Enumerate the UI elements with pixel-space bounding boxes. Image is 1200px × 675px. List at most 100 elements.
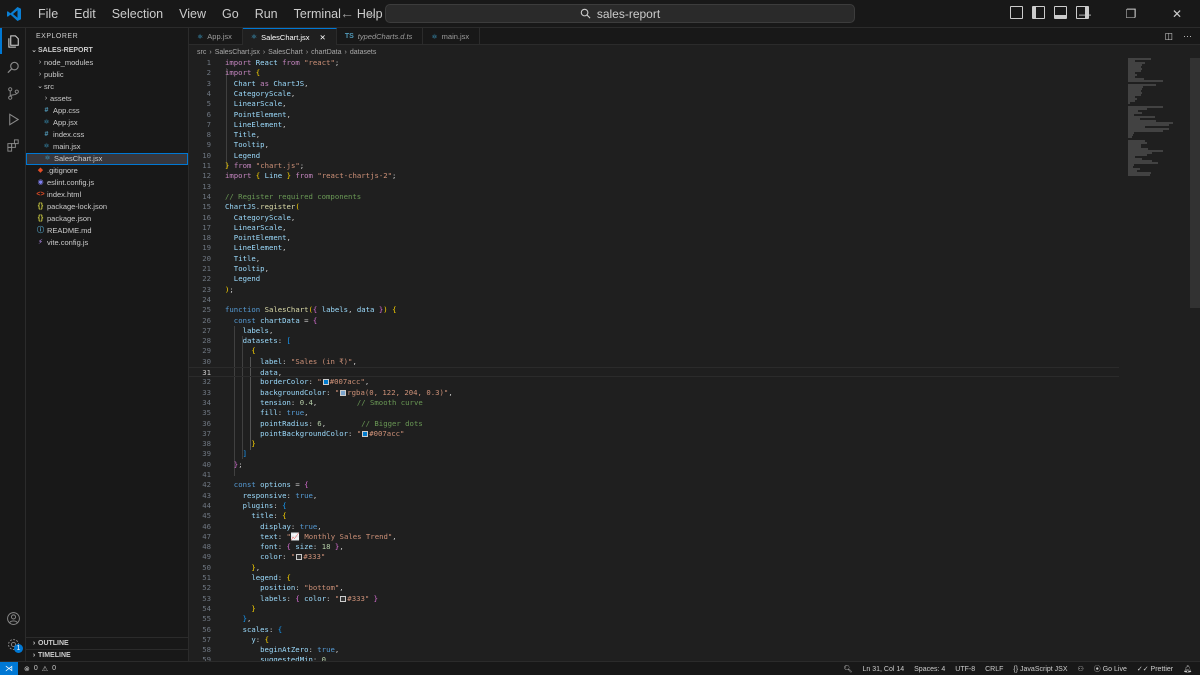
code-line[interactable]: 23);: [189, 285, 1119, 295]
code-line[interactable]: 2 import {: [189, 68, 1119, 78]
tree-file[interactable]: ◉ eslint.config.js: [26, 177, 188, 189]
code-line[interactable]: 25 function SalesChart({ labels, data }) …: [189, 305, 1119, 315]
code-line[interactable]: 42 const options = {: [189, 480, 1119, 490]
code-line[interactable]: 30 label: "Sales (in ₹)",: [189, 357, 1119, 367]
code-line[interactable]: 46 display: true,: [189, 522, 1119, 532]
split-editor-icon[interactable]: ◫: [1164, 31, 1173, 42]
code-line[interactable]: 57 y: {: [189, 635, 1119, 645]
code-line[interactable]: 51 legend: {: [189, 573, 1119, 583]
code-line[interactable]: 49 color: " #333": [189, 552, 1119, 562]
tree-file[interactable]: ⚡ vite.config.js: [26, 237, 188, 249]
breadcrumb-item[interactable]: chartData: [311, 49, 341, 56]
code-line[interactable]: 58 beginAtZero: true,: [189, 645, 1119, 655]
code-line[interactable]: 33 backgroundColor: " rgba(0, 122, 204, 0…: [189, 388, 1119, 398]
tree-file[interactable]: # index.css: [26, 129, 188, 141]
minimize-icon[interactable]: —: [1062, 0, 1108, 28]
tree-folder[interactable]: › node_modules: [26, 57, 188, 69]
code-line[interactable]: 50 },: [189, 563, 1119, 573]
code-line[interactable]: 48 font: { size: 18 },: [189, 542, 1119, 552]
menu-item-run[interactable]: Run: [247, 0, 286, 28]
tab-saleschart-jsx[interactable]: ⚛ SalesChart.jsx ✕: [242, 28, 337, 45]
back-arrow-icon[interactable]: ←: [340, 5, 354, 21]
code-line[interactable]: 24: [189, 295, 1119, 305]
code-line[interactable]: 22 Legend: [189, 274, 1119, 284]
close-icon[interactable]: ✕: [1154, 0, 1200, 28]
tree-file[interactable]: <> index.html: [26, 189, 188, 201]
explorer-root-folder[interactable]: ⌄SALES-REPORT: [26, 45, 188, 57]
menu-item-file[interactable]: File: [30, 0, 66, 28]
code-line[interactable]: 34 tension: 0.4, // Smooth curve: [189, 398, 1119, 408]
customize-layout-icon[interactable]: [1010, 6, 1023, 19]
code-line[interactable]: 11} from "chart.js";: [189, 161, 1119, 171]
code-line[interactable]: 6 PointElement,: [189, 110, 1119, 120]
problems-indicator[interactable]: ⊗ 0 ⚠ 0: [24, 665, 56, 673]
remote-indicator-icon[interactable]: ⋊: [0, 661, 18, 675]
encoding[interactable]: UTF-8: [955, 666, 975, 673]
tree-file[interactable]: ◆ .gitignore: [26, 165, 188, 177]
code-line[interactable]: 47 text: "📈 Monthly Sales Trend",: [189, 532, 1119, 542]
feedback-icon[interactable]: ⚇: [1078, 665, 1084, 673]
tree-file[interactable]: {} package.json: [26, 213, 188, 225]
prettier-button[interactable]: ✓✓ Prettier: [1137, 665, 1173, 673]
code-line[interactable]: 28 datasets: [: [189, 336, 1119, 346]
code-line[interactable]: 40 };: [189, 460, 1119, 470]
tab-app-jsx[interactable]: ⚛ App.jsx: [189, 28, 243, 45]
code-line[interactable]: 20 Title,: [189, 254, 1119, 264]
code-line[interactable]: 29 {: [189, 346, 1119, 356]
code-line[interactable]: 32 borderColor: " #007acc",: [189, 377, 1119, 387]
tree-file[interactable]: # App.css: [26, 105, 188, 117]
outline-section[interactable]: › OUTLINE: [26, 637, 189, 649]
menu-item-go[interactable]: Go: [214, 0, 247, 28]
menu-item-selection[interactable]: Selection: [104, 0, 171, 28]
restore-icon[interactable]: ❐: [1108, 0, 1154, 28]
code-line[interactable]: 21 Tooltip,: [189, 264, 1119, 274]
explorer-icon[interactable]: [0, 28, 26, 54]
tree-folder[interactable]: › assets: [26, 93, 188, 105]
code-line[interactable]: 5 LinearScale,: [189, 99, 1119, 109]
minimap[interactable]: [1128, 58, 1188, 176]
breadcrumb-item[interactable]: SalesChart: [268, 49, 303, 56]
tree-file[interactable]: ⚛ main.jsx: [26, 141, 188, 153]
code-line[interactable]: 13: [189, 182, 1119, 192]
code-line[interactable]: 18 PointElement,: [189, 233, 1119, 243]
account-icon[interactable]: [0, 605, 26, 631]
code-line[interactable]: 17 LinearScale,: [189, 223, 1119, 233]
code-line[interactable]: 55 },: [189, 614, 1119, 624]
menu-item-view[interactable]: View: [171, 0, 214, 28]
code-line[interactable]: 53 labels: { color: " #333" }: [189, 594, 1119, 604]
cursor-position[interactable]: Ln 31, Col 14: [862, 666, 904, 673]
tree-file[interactable]: ⓘ README.md: [26, 225, 188, 237]
code-editor[interactable]: 1 import React from "react"; 2 import {3 Ch…: [189, 58, 1200, 661]
code-line[interactable]: 9 Tooltip,: [189, 140, 1119, 150]
tree-file[interactable]: ⚛ App.jsx: [26, 117, 188, 129]
code-line[interactable]: 1 import React from "react";: [189, 58, 1119, 68]
code-line[interactable]: 37 pointBackgroundColor: " #007acc": [189, 429, 1119, 439]
code-line[interactable]: 41: [189, 470, 1119, 480]
tree-file[interactable]: {} package-lock.json: [26, 201, 188, 213]
menu-item-edit[interactable]: Edit: [66, 0, 104, 28]
code-line[interactable]: 15 ChartJS.register(: [189, 202, 1119, 212]
close-tab-icon[interactable]: ✕: [320, 33, 326, 42]
tree-folder[interactable]: › public: [26, 69, 188, 81]
command-center-search[interactable]: sales-report: [385, 4, 855, 23]
tab-typedcharts-d-ts[interactable]: TS typedCharts.d.ts: [337, 28, 424, 45]
code-line[interactable]: 10 Legend: [189, 151, 1119, 161]
code-line[interactable]: 14 // Register required components: [189, 192, 1119, 202]
timeline-section[interactable]: › TIMELINE: [26, 649, 189, 661]
line-ending[interactable]: CRLF: [985, 666, 1003, 673]
indentation[interactable]: Spaces: 4: [914, 666, 945, 673]
code-line[interactable]: 19 LineElement,: [189, 243, 1119, 253]
code-line[interactable]: 26 const chartData = {: [189, 316, 1119, 326]
code-line[interactable]: 27 labels,: [189, 326, 1119, 336]
tree-folder[interactable]: ⌄ src: [26, 81, 188, 93]
more-actions-icon[interactable]: ···: [1183, 31, 1192, 42]
extensions-icon[interactable]: [0, 132, 26, 158]
settings-gear-icon[interactable]: 1: [0, 631, 26, 657]
tree-file[interactable]: ⚛ SalesChart.jsx: [26, 153, 188, 165]
breadcrumb-item[interactable]: datasets: [350, 49, 376, 56]
code-line[interactable]: 4 CategoryScale,: [189, 89, 1119, 99]
breadcrumb-item[interactable]: SalesChart.jsx: [215, 49, 260, 56]
code-line[interactable]: 44 plugins: {: [189, 501, 1119, 511]
notifications-bell-icon[interactable]: 🔔︎: [1183, 665, 1192, 673]
code-line[interactable]: 45 title: {: [189, 511, 1119, 521]
